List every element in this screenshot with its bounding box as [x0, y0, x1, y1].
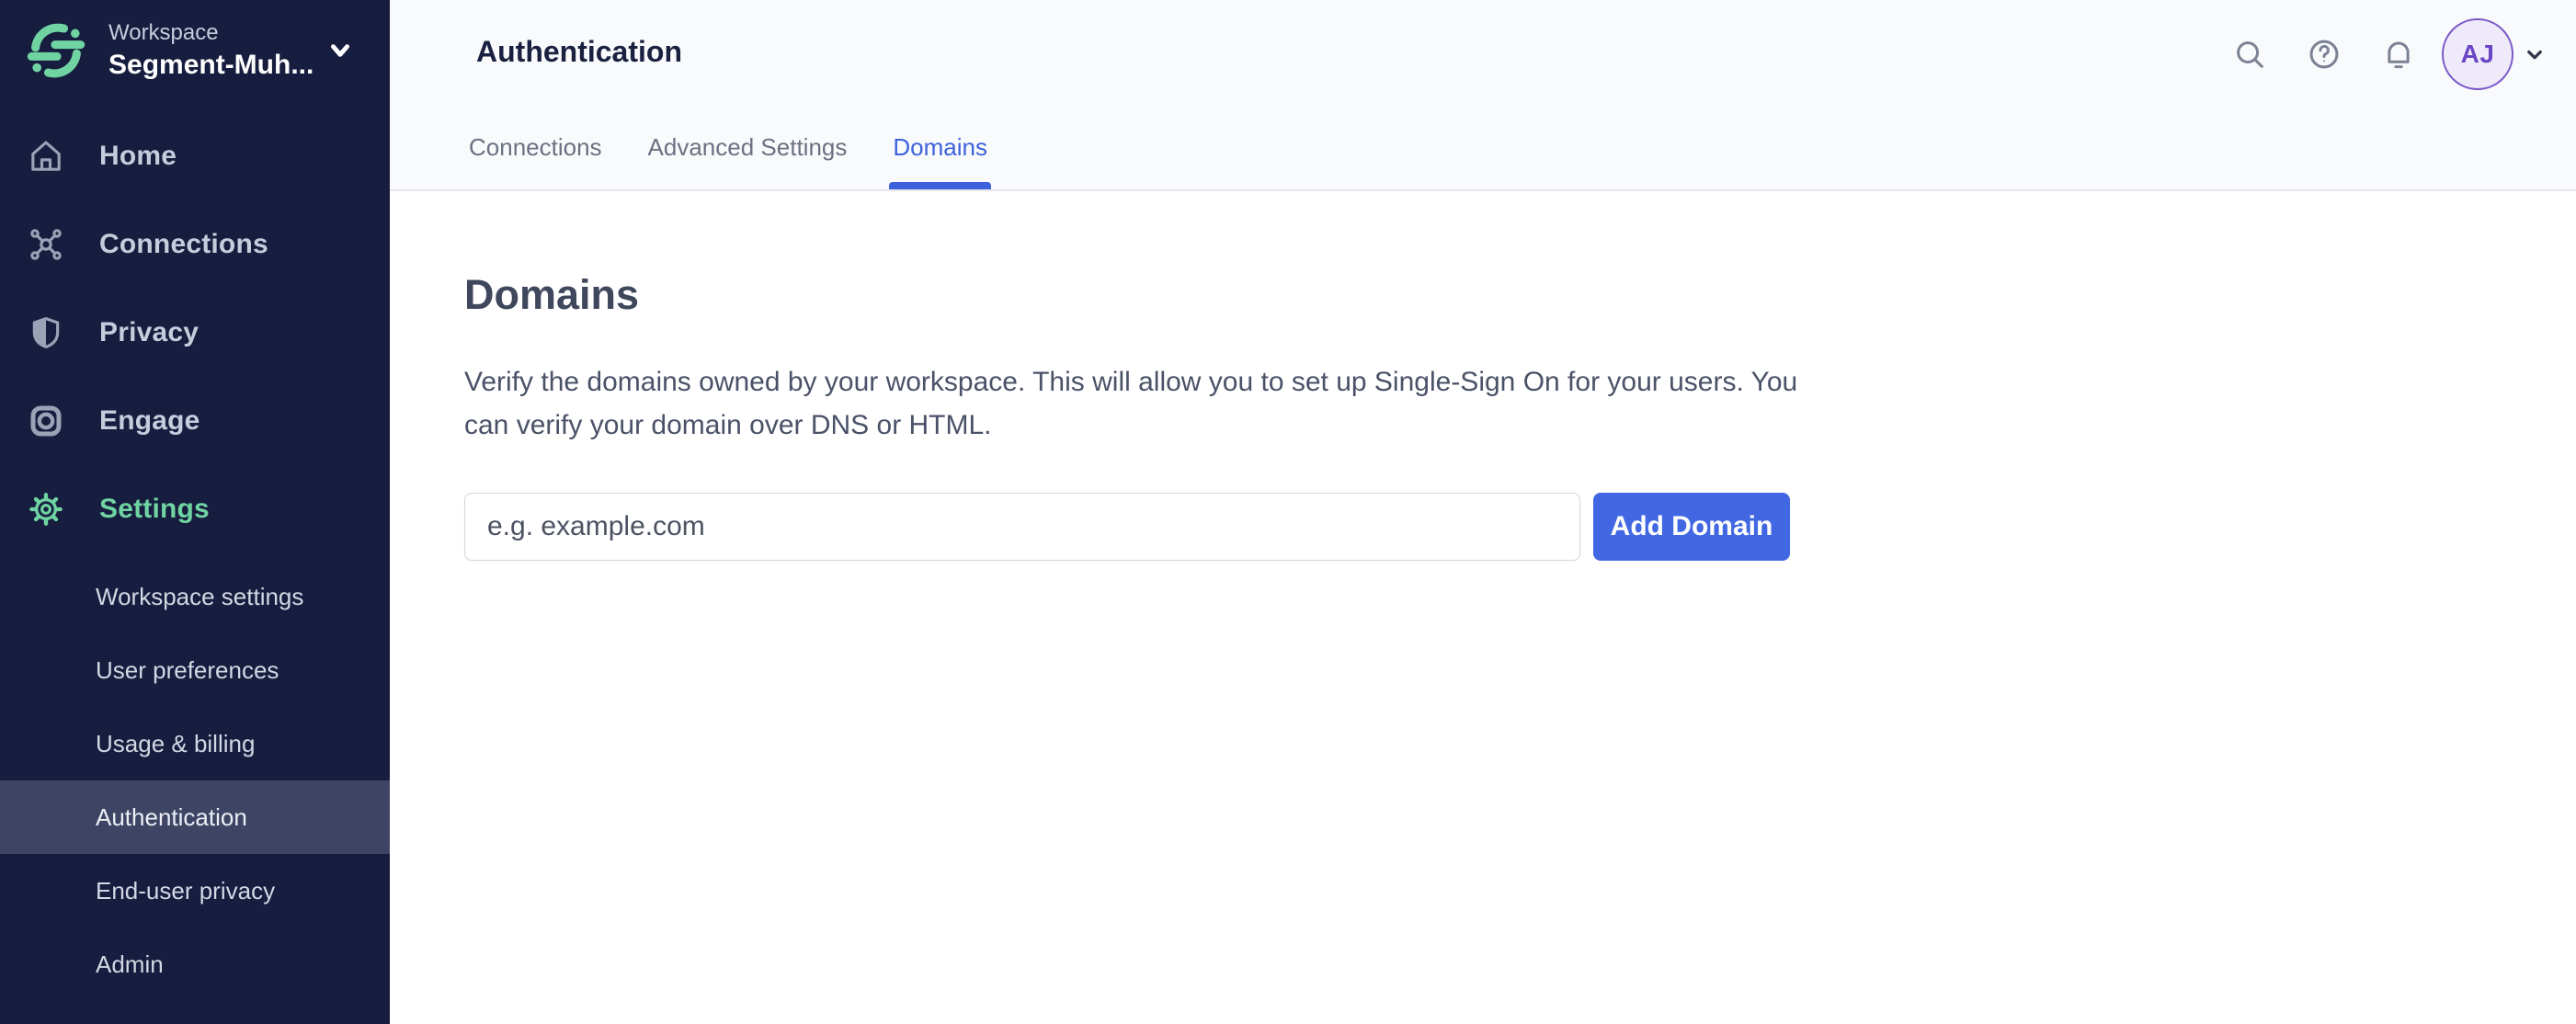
shield-icon [32, 317, 60, 348]
main-area: Authentication AJ Connections Advanced S… [390, 0, 2576, 1024]
tab-advanced-settings[interactable]: Advanced Settings [646, 133, 849, 189]
sidebar-item-connections[interactable]: Connections [0, 200, 390, 289]
gear-icon [29, 493, 63, 526]
sidebar-item-label: Privacy [99, 317, 199, 347]
workspace-switcher[interactable]: Workspace Segment-Muh... [0, 0, 390, 99]
description-line: Verify the domains owned by your workspa… [464, 367, 1798, 397]
sidebar-item-label: Home [99, 141, 177, 171]
avatar[interactable]: AJ [2442, 18, 2513, 90]
subnav-item-authentication[interactable]: Authentication [0, 780, 390, 854]
page-title: Authentication [476, 35, 682, 68]
connections-icon [30, 229, 62, 260]
add-domain-form: Add Domain [464, 493, 2576, 561]
segment-logo-icon [27, 23, 85, 78]
subnav-item-admin[interactable]: Admin [0, 927, 390, 1001]
engage-icon [30, 405, 62, 437]
workspace-chevron-down-icon [330, 44, 350, 57]
settings-subnav: Workspace settings User preferences Usag… [0, 560, 390, 1001]
sidebar-item-label: Connections [99, 229, 268, 259]
topbar-actions: AJ [2232, 18, 2548, 90]
subnav-item-workspace-settings[interactable]: Workspace settings [0, 560, 390, 633]
workspace-label: Workspace [108, 20, 219, 45]
sidebar: Workspace Segment-Muh... Home Connection… [0, 0, 390, 1024]
search-icon[interactable] [2232, 37, 2267, 72]
section-heading: Domains [464, 271, 640, 318]
sidebar-item-privacy[interactable]: Privacy [0, 289, 390, 377]
domains-section: Domains Verify the domains owned by your… [390, 272, 2576, 561]
sidebar-item-engage[interactable]: Engage [0, 377, 390, 465]
subnav-item-end-user-privacy[interactable]: End-user privacy [0, 854, 390, 927]
home-icon [31, 141, 61, 171]
tab-bar: Connections Advanced Settings Domains [467, 133, 991, 189]
tab-domains[interactable]: Domains [889, 133, 991, 189]
tab-connections[interactable]: Connections [467, 133, 604, 189]
subnav-item-usage-billing[interactable]: Usage & billing [0, 707, 390, 780]
sidebar-item-label: Engage [99, 405, 200, 436]
workspace-name: Segment-Muh... [108, 50, 314, 80]
section-description: Verify the domains owned by your workspa… [464, 360, 2576, 447]
add-domain-button[interactable]: Add Domain [1593, 493, 1790, 561]
sidebar-item-home[interactable]: Home [0, 112, 390, 200]
subnav-item-user-preferences[interactable]: User preferences [0, 633, 390, 707]
sidebar-item-settings[interactable]: Settings [0, 465, 390, 553]
sidebar-item-label: Settings [99, 494, 210, 524]
description-line: can verify your domain over DNS or HTML. [464, 410, 992, 440]
avatar-chevron-down-icon[interactable] [2521, 40, 2548, 68]
sidebar-nav: Home Connections Privacy Engage Settings [0, 112, 390, 553]
domain-input[interactable] [464, 493, 1580, 561]
page-header: Authentication AJ Connections Advanced S… [390, 0, 2576, 191]
avatar-initials: AJ [2460, 40, 2495, 68]
help-icon[interactable] [2307, 37, 2342, 72]
bell-icon[interactable] [2381, 37, 2416, 72]
